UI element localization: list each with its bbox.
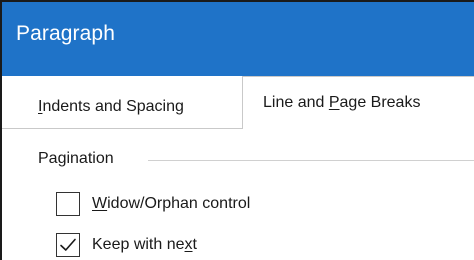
- keep-with-next-checkbox[interactable]: [56, 233, 80, 257]
- option-mnemonic: W: [92, 195, 108, 212]
- widow-orphan-control-option[interactable]: Widow/Orphan control: [56, 191, 250, 217]
- pagination-group-divider: [148, 160, 474, 161]
- option-mnemonic: x: [184, 236, 193, 253]
- pagination-group-label: Pagination: [38, 150, 114, 167]
- dialog-body: Indents and Spacing Line and Page Breaks…: [0, 76, 474, 260]
- widow-orphan-control-checkbox[interactable]: [56, 192, 80, 216]
- paragraph-dialog: Paragraph Indents and Spacing Line and P…: [0, 0, 474, 260]
- dialog-titlebar[interactable]: Paragraph: [0, 0, 474, 76]
- tab-indents-and-spacing[interactable]: Indents and Spacing: [38, 86, 184, 128]
- keep-with-next-option[interactable]: Keep with next: [56, 232, 197, 258]
- tab-line-and-page-breaks[interactable]: Line and Page Breaks: [242, 76, 474, 129]
- tab-mnemonic: P: [328, 94, 340, 111]
- keep-with-next-label[interactable]: Keep with next: [92, 236, 197, 254]
- widow-orphan-control-label[interactable]: Widow/Orphan control: [92, 195, 250, 213]
- dialog-title: Paragraph: [16, 22, 115, 45]
- checkmark-icon: [60, 238, 76, 251]
